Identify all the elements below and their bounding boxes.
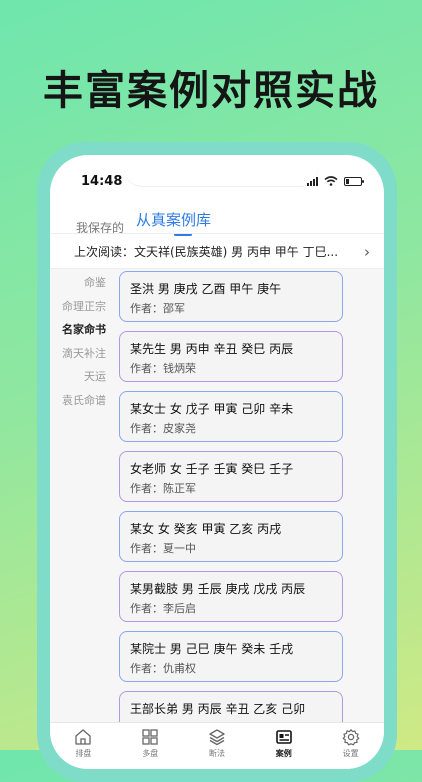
wifi-icon: [324, 176, 338, 186]
case-card[interactable]: 某男截肢 男 壬辰 庚戌 戊戌 丙辰 作者：李后启: [119, 571, 343, 622]
tab-case-library[interactable]: 从真案例库: [136, 209, 211, 236]
case-author: 作者：邵军: [130, 302, 185, 315]
nav-item-duopan[interactable]: 多盘: [117, 723, 184, 769]
chevron-right-icon: ›: [364, 243, 370, 261]
status-time: 14:48: [81, 174, 123, 189]
case-title: 女老师 女 壬子 壬寅 癸巳 壬子: [130, 462, 294, 476]
content-area: 命鉴 命理正宗 名家命书 滴天补注 天运 袁氏命谱 圣洪 男 庚戌 乙酉 甲午 …: [50, 269, 384, 742]
tab-bar: 我保存的 从真案例库: [76, 209, 211, 236]
case-title: 王部长弟 男 丙辰 辛丑 乙亥 己卯: [130, 702, 306, 716]
sidebar-item-tianyun[interactable]: 天运: [50, 365, 118, 389]
tab-case-library-label: 从真案例库: [136, 211, 212, 229]
case-author: 作者：李后启: [130, 602, 196, 615]
book-sidebar: 命鉴 命理正宗 名家命书 滴天补注 天运 袁氏命谱: [50, 269, 118, 412]
sidebar-item-yuanshimingpu[interactable]: 袁氏命谱: [50, 389, 118, 413]
last-read-text: 上次阅读：文天祥(民族英雄) 男 丙申 甲午 丁巳...: [74, 244, 338, 259]
status-icons: [307, 176, 364, 186]
sidebar-item-mingjian[interactable]: 命鉴: [50, 271, 118, 295]
layers-icon: [209, 729, 225, 746]
case-title: 某先生 男 丙申 辛丑 癸巳 丙辰: [130, 342, 294, 356]
case-title: 某女 女 癸亥 甲寅 乙亥 丙戌: [130, 522, 282, 536]
nav-item-anli[interactable]: 案例: [250, 723, 317, 769]
gear-icon: [342, 729, 359, 746]
case-author: 作者：陈正军: [130, 482, 196, 495]
status-bar: 14:48: [50, 155, 384, 199]
nav-item-paipan[interactable]: 排盘: [50, 723, 117, 769]
sidebar-item-ditianbuzhu[interactable]: 滴天补注: [50, 342, 118, 366]
case-title: 圣洪 男 庚戌 乙酉 甲午 庚午: [130, 282, 282, 296]
grid-icon: [142, 729, 158, 745]
case-title: 某女士 女 戊子 甲寅 己卯 辛未: [130, 402, 294, 416]
case-card[interactable]: 圣洪 男 庚戌 乙酉 甲午 庚午 作者：邵军: [119, 271, 343, 322]
notch: [124, 155, 318, 186]
promo-headline: 丰富案例对照实战: [43, 68, 379, 114]
nav-item-duanfa[interactable]: 断法: [184, 723, 251, 769]
phone-screen: 14:48 我保存的 从真案例库 上次阅读：文天祥(民族英雄) 男 丙申 甲午 …: [50, 155, 384, 769]
case-card[interactable]: 某女 女 癸亥 甲寅 乙亥 丙戌 作者：夏一中: [119, 511, 343, 562]
sidebar-item-minglizhengzong[interactable]: 命理正宗: [50, 295, 118, 319]
battery-icon: [344, 176, 364, 186]
case-author: 作者：皮家尧: [130, 422, 196, 435]
last-read-bar[interactable]: 上次阅读：文天祥(民族英雄) 男 丙申 甲午 丁巳... ›: [50, 233, 384, 269]
case-title: 某院士 男 己巳 庚午 癸未 壬戌: [130, 642, 294, 656]
home-icon: [75, 729, 92, 745]
case-card[interactable]: 某女士 女 戊子 甲寅 己卯 辛未 作者：皮家尧: [119, 391, 343, 442]
case-author: 作者：仇甫权: [130, 662, 196, 675]
case-card[interactable]: 某院士 男 己巳 庚午 癸未 壬戌 作者：仇甫权: [119, 631, 343, 682]
phone-frame: 14:48 我保存的 从真案例库 上次阅读：文天祥(民族英雄) 男 丙申 甲午 …: [37, 142, 397, 782]
case-card[interactable]: 女老师 女 壬子 壬寅 癸巳 壬子 作者：陈正军: [119, 451, 343, 502]
case-card[interactable]: 某先生 男 丙申 辛丑 癸巳 丙辰 作者：钱炳荣: [119, 331, 343, 382]
nav-item-shezhi[interactable]: 设置: [317, 723, 384, 769]
signal-icon: [307, 176, 318, 186]
sidebar-item-mingjiamingshu[interactable]: 名家命书: [50, 318, 118, 342]
case-title: 某男截肢 男 壬辰 庚戌 戊戌 丙辰: [130, 582, 306, 596]
case-icon: [275, 730, 292, 744]
case-author: 作者：钱炳荣: [130, 362, 196, 375]
case-author: 作者：夏一中: [130, 542, 196, 555]
bottom-nav: 排盘 多盘 断法 案例 设置: [50, 722, 384, 769]
